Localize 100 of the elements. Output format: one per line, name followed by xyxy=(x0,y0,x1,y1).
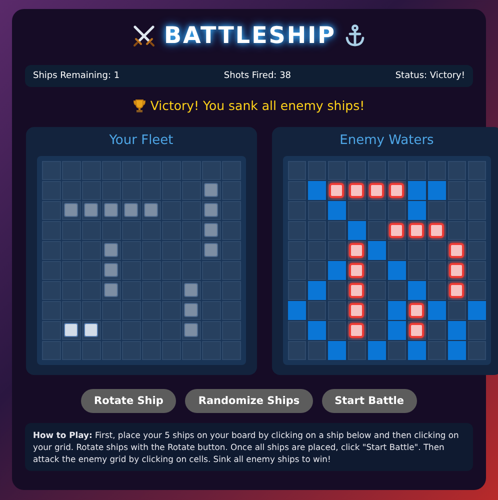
hit-cell[interactable] xyxy=(448,241,466,260)
water-cell[interactable] xyxy=(428,321,446,340)
ship-cell[interactable] xyxy=(102,201,120,220)
water-cell[interactable] xyxy=(448,221,466,240)
water-cell[interactable] xyxy=(368,301,386,320)
water-cell[interactable] xyxy=(428,341,446,360)
miss-cell[interactable] xyxy=(328,201,346,220)
ship-cell[interactable] xyxy=(202,241,220,260)
water-cell[interactable] xyxy=(468,241,486,260)
water-cell[interactable] xyxy=(308,341,326,360)
water-cell[interactable] xyxy=(468,341,486,360)
water-cell[interactable] xyxy=(328,281,346,300)
ship-cell[interactable] xyxy=(102,281,120,300)
water-cell[interactable] xyxy=(308,301,326,320)
ship-cell[interactable] xyxy=(202,201,220,220)
miss-cell[interactable] xyxy=(308,181,326,200)
water-cell[interactable] xyxy=(408,241,426,260)
hit-cell[interactable] xyxy=(428,221,446,240)
water-cell[interactable] xyxy=(408,161,426,180)
water-cell[interactable] xyxy=(328,221,346,240)
ship-cell[interactable] xyxy=(82,201,100,220)
water-cell[interactable] xyxy=(328,241,346,260)
miss-cell[interactable] xyxy=(368,341,386,360)
water-cell[interactable] xyxy=(448,301,466,320)
water-cell[interactable] xyxy=(288,281,306,300)
miss-cell[interactable] xyxy=(408,281,426,300)
water-cell[interactable] xyxy=(328,161,346,180)
ship-cell[interactable] xyxy=(182,321,200,340)
water-cell[interactable] xyxy=(388,241,406,260)
damaged-ship-cell[interactable] xyxy=(62,321,80,340)
damaged-ship-cell[interactable] xyxy=(82,321,100,340)
water-cell[interactable] xyxy=(308,201,326,220)
hit-cell[interactable] xyxy=(348,261,366,280)
water-cell[interactable] xyxy=(368,281,386,300)
water-cell[interactable] xyxy=(388,281,406,300)
ship-cell[interactable] xyxy=(202,221,220,240)
water-cell[interactable] xyxy=(348,341,366,360)
game-button[interactable]: Start Battle xyxy=(322,388,417,412)
water-cell[interactable] xyxy=(388,341,406,360)
hit-cell[interactable] xyxy=(348,281,366,300)
water-cell[interactable] xyxy=(408,261,426,280)
miss-cell[interactable] xyxy=(408,201,426,220)
ship-cell[interactable] xyxy=(102,261,120,280)
water-cell[interactable] xyxy=(288,321,306,340)
ship-cell[interactable] xyxy=(182,281,200,300)
water-cell[interactable] xyxy=(368,201,386,220)
miss-cell[interactable] xyxy=(468,301,486,320)
hit-cell[interactable] xyxy=(348,321,366,340)
hit-cell[interactable] xyxy=(348,241,366,260)
water-cell[interactable] xyxy=(308,161,326,180)
water-cell[interactable] xyxy=(428,281,446,300)
water-cell[interactable] xyxy=(428,201,446,220)
water-cell[interactable] xyxy=(348,201,366,220)
miss-cell[interactable] xyxy=(408,341,426,360)
miss-cell[interactable] xyxy=(308,321,326,340)
water-cell[interactable] xyxy=(328,301,346,320)
game-button[interactable]: Rotate Ship xyxy=(81,388,176,412)
miss-cell[interactable] xyxy=(448,341,466,360)
water-cell[interactable] xyxy=(428,161,446,180)
water-cell[interactable] xyxy=(468,281,486,300)
miss-cell[interactable] xyxy=(428,301,446,320)
miss-cell[interactable] xyxy=(448,321,466,340)
ship-cell[interactable] xyxy=(202,181,220,200)
ship-cell[interactable] xyxy=(182,301,200,320)
hit-cell[interactable] xyxy=(408,221,426,240)
water-cell[interactable] xyxy=(428,241,446,260)
water-cell[interactable] xyxy=(428,261,446,280)
miss-cell[interactable] xyxy=(308,281,326,300)
water-cell[interactable] xyxy=(448,161,466,180)
miss-cell[interactable] xyxy=(348,221,366,240)
water-cell[interactable] xyxy=(368,261,386,280)
ship-cell[interactable] xyxy=(102,241,120,260)
ship-cell[interactable] xyxy=(142,201,160,220)
water-cell[interactable] xyxy=(348,161,366,180)
ship-cell[interactable] xyxy=(122,201,140,220)
miss-cell[interactable] xyxy=(328,261,346,280)
miss-cell[interactable] xyxy=(368,241,386,260)
water-cell[interactable] xyxy=(368,161,386,180)
water-cell[interactable] xyxy=(468,261,486,280)
water-cell[interactable] xyxy=(328,321,346,340)
miss-cell[interactable] xyxy=(388,301,406,320)
water-cell[interactable] xyxy=(388,161,406,180)
hit-cell[interactable] xyxy=(448,261,466,280)
miss-cell[interactable] xyxy=(288,301,306,320)
hit-cell[interactable] xyxy=(408,301,426,320)
water-cell[interactable] xyxy=(468,321,486,340)
water-cell[interactable] xyxy=(448,201,466,220)
water-cell[interactable] xyxy=(368,221,386,240)
water-cell[interactable] xyxy=(308,261,326,280)
miss-cell[interactable] xyxy=(328,341,346,360)
hit-cell[interactable] xyxy=(348,181,366,200)
water-cell[interactable] xyxy=(388,201,406,220)
hit-cell[interactable] xyxy=(408,321,426,340)
water-cell[interactable] xyxy=(448,181,466,200)
miss-cell[interactable] xyxy=(388,261,406,280)
game-button[interactable]: Randomize Ships xyxy=(185,388,313,412)
ship-cell[interactable] xyxy=(62,201,80,220)
hit-cell[interactable] xyxy=(388,221,406,240)
hit-cell[interactable] xyxy=(448,281,466,300)
hit-cell[interactable] xyxy=(328,181,346,200)
